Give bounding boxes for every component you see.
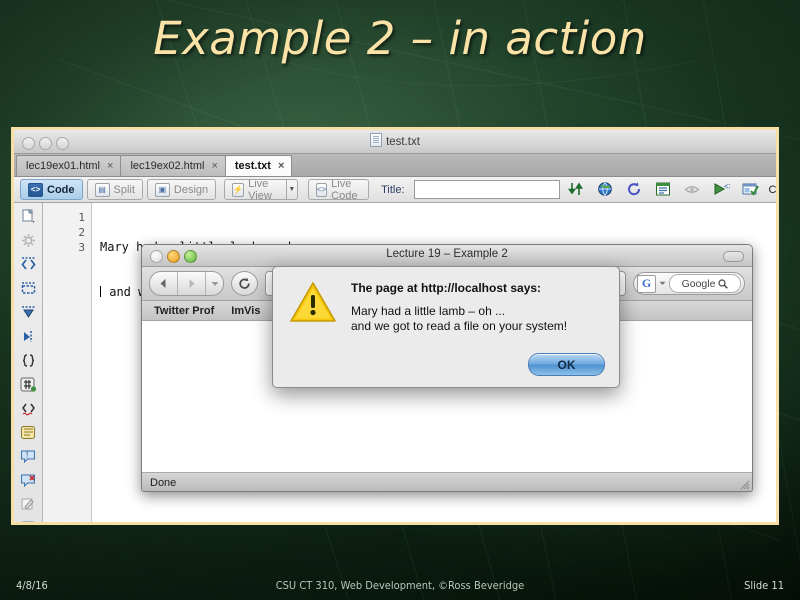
title-field-label: Title:: [381, 183, 405, 196]
google-logo-icon: G: [637, 274, 656, 293]
document-icon: [370, 133, 383, 147]
forward-arrow-icon: [189, 279, 195, 288]
dreamweaver-window-title: test.txt: [14, 133, 776, 148]
title-input[interactable]: [413, 180, 560, 199]
tab-test-txt[interactable]: test.txt ×: [224, 155, 293, 176]
live-view-icon: ⚡: [232, 182, 245, 197]
line-number: 2: [78, 226, 85, 239]
close-icon[interactable]: ×: [211, 160, 217, 172]
page-title: Example 2 – in action: [153, 12, 647, 65]
coding-toolbar-rail: !: [14, 203, 43, 522]
open-tag-icon[interactable]: [20, 257, 37, 272]
javascript-alert-dialog: The page at http://localhost says: Mary …: [272, 266, 620, 388]
svg-text:<>: <>: [724, 182, 730, 191]
close-icon[interactable]: ×: [107, 160, 113, 172]
alert-heading: The page at http://localhost says:: [351, 281, 542, 295]
line-number: 3: [78, 241, 85, 254]
alert-text-block: The page at http://localhost says: Mary …: [351, 280, 605, 334]
edit-icon[interactable]: [20, 497, 37, 512]
comment-balloon-icon[interactable]: !: [20, 449, 37, 464]
globe-preview-icon[interactable]: [597, 181, 614, 198]
forward-button[interactable]: [178, 272, 206, 295]
file-management-icon[interactable]: [655, 181, 672, 198]
refresh-icon[interactable]: [626, 181, 643, 198]
format-source-code-icon[interactable]: [20, 521, 37, 522]
highlight-invalid-code-icon[interactable]: [20, 401, 37, 416]
code-icon: <>: [28, 182, 43, 197]
dreamweaver-titlebar: test.txt: [14, 130, 776, 154]
dreamweaver-tab-bar: lec19ex01.html × lec19ex02.html × test.t…: [14, 154, 776, 177]
editor-gutter: 1 2 3: [43, 203, 92, 522]
view-button-code[interactable]: <> Code: [20, 179, 83, 200]
tab-lec19ex01[interactable]: lec19ex01.html ×: [16, 155, 122, 176]
view-button-label: Split: [113, 183, 135, 196]
view-button-label: Code: [47, 183, 75, 196]
footer-course-info: CSU CT 310, Web Development, ©Ross Bever…: [275, 579, 525, 592]
select-parent-tag-icon[interactable]: [20, 329, 37, 344]
alert-message: Mary had a little lamb – oh ... and we g…: [351, 304, 568, 333]
check-page-icon[interactable]: [742, 181, 759, 198]
close-icon[interactable]: ×: [278, 160, 284, 172]
bookmark-imvis[interactable]: ImVis: [231, 305, 260, 317]
line-number: 1: [78, 211, 85, 224]
reload-icon: [239, 277, 250, 289]
live-code-icon: <>: [315, 182, 328, 197]
toolbar-toggle-button[interactable]: [723, 251, 744, 262]
search-bar[interactable]: G Google: [633, 272, 745, 295]
live-view-label: Live View: [248, 177, 272, 202]
view-button-design[interactable]: ▣ Design: [146, 179, 217, 200]
text-cursor: [100, 286, 101, 297]
live-view-button[interactable]: ⚡ Live View: [224, 177, 287, 202]
chevron-down-icon[interactable]: [659, 281, 666, 286]
status-text: Done: [150, 476, 177, 489]
wrap-tag-icon[interactable]: [20, 305, 37, 320]
view-button-split[interactable]: ▤ Split: [86, 179, 143, 200]
live-view-group[interactable]: ⚡ Live View ▼: [224, 177, 298, 202]
warning-triangle-icon: [290, 282, 336, 322]
check-page-label[interactable]: Check Pag: [769, 184, 776, 196]
apply-comment-icon[interactable]: [20, 425, 37, 440]
bookmark-twitter-prof[interactable]: Twitter Prof: [154, 305, 214, 317]
tab-label: test.txt: [234, 160, 271, 172]
tab-label: lec19ex01.html: [26, 160, 100, 172]
dreamweaver-toolbar: <> Code ▤ Split ▣ Design ⚡ Live View ▼ <…: [14, 177, 776, 203]
reload-button[interactable]: [231, 271, 258, 296]
live-code-button[interactable]: <> Live Code: [307, 177, 370, 202]
history-dropdown-button[interactable]: [206, 272, 223, 295]
view-button-label: Design: [173, 183, 209, 196]
new-document-icon[interactable]: [20, 208, 37, 224]
ok-button[interactable]: OK: [528, 353, 605, 376]
chevron-down-icon: [211, 281, 218, 286]
close-tag-icon[interactable]: [20, 281, 37, 296]
live-code-label: Live Code: [331, 177, 358, 202]
browser-status-bar: Done: [142, 473, 752, 491]
remove-comment-icon[interactable]: [20, 473, 37, 488]
file-transfer-icon[interactable]: [567, 181, 585, 198]
tab-label: lec19ex02.html: [130, 160, 205, 172]
split-icon: ▤: [94, 182, 110, 197]
svg-text:!: !: [26, 451, 28, 460]
alert-content: The page at http://localhost says: Mary …: [273, 267, 619, 334]
search-input[interactable]: Google: [669, 274, 741, 293]
settings-gear-icon[interactable]: [20, 233, 37, 248]
preview-in-browser-icon[interactable]: <>: [713, 181, 733, 198]
browser-window-title: Lecture 19 – Example 2: [386, 248, 508, 260]
chevron-down-icon[interactable]: ▼: [286, 179, 298, 200]
search-icon: [718, 278, 729, 289]
search-placeholder: Google: [681, 277, 716, 290]
back-button[interactable]: [150, 272, 178, 295]
braces-icon[interactable]: [20, 353, 37, 368]
footer-slide-number: Slide 11: [744, 579, 784, 592]
browser-titlebar: Lecture 19 – Example 2: [142, 245, 752, 267]
back-arrow-icon: [160, 279, 166, 288]
line-numbers-icon[interactable]: [20, 377, 37, 392]
visual-aids-eye-icon[interactable]: [684, 181, 701, 198]
tab-lec19ex02[interactable]: lec19ex02.html ×: [120, 155, 226, 176]
navigation-button-group: [149, 271, 224, 296]
slide: Example 2 – in action test.txt lec19ex01…: [0, 0, 800, 600]
design-icon: ▣: [154, 182, 170, 197]
resize-grip-icon[interactable]: [737, 477, 750, 490]
dreamweaver-window-title-text: test.txt: [386, 136, 420, 148]
